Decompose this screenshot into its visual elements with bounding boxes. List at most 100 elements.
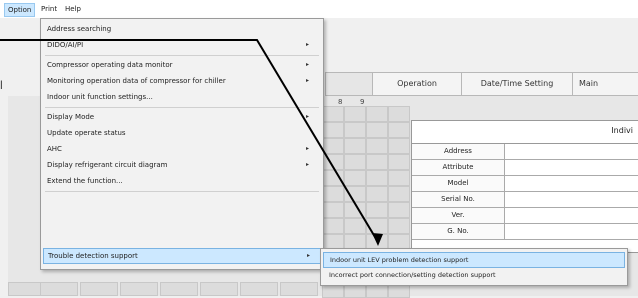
field-value	[505, 192, 638, 208]
individual-panel-header: Indivi	[411, 120, 638, 144]
menu-item-display-mode[interactable]: Display Mode ▸	[43, 110, 321, 124]
field-value	[505, 224, 638, 240]
grid-cell[interactable]	[160, 282, 198, 296]
submenu-arrow-icon: ▸	[305, 161, 309, 168]
grid-cell[interactable]	[322, 202, 344, 218]
menu-item-label: Indoor unit function settings...	[47, 93, 153, 101]
menu-item-trouble-detection[interactable]: Trouble detection support ▸	[43, 248, 323, 264]
submenu-item-lev-detection[interactable]: Indoor unit LEV problem detection suppor…	[323, 252, 625, 268]
grid-cell[interactable]	[322, 106, 344, 122]
grid-cell[interactable]	[366, 186, 388, 202]
menu-separator	[45, 107, 319, 108]
tab-operation[interactable]: Operation	[372, 72, 462, 96]
grid-cell[interactable]	[322, 154, 344, 170]
submenu-item-port-detection[interactable]: Incorrect port connection/setting detect…	[323, 268, 623, 282]
individual-info-table: Address Attribute Model Serial No. Ver. …	[411, 143, 638, 253]
submenu-arrow-icon: ▸	[305, 41, 309, 48]
tab-date-time-setting[interactable]: Date/Time Setting	[461, 72, 573, 96]
grid-cell[interactable]	[322, 218, 344, 234]
menu-item-indoor-function[interactable]: Indoor unit function settings...	[43, 90, 321, 104]
trouble-detection-submenu: Indoor unit LEV problem detection suppor…	[320, 248, 628, 286]
menu-item-label: Address searching	[47, 25, 112, 33]
menu-separator	[45, 55, 319, 56]
menu-item-label: Trouble detection support	[48, 252, 138, 260]
grid-cell[interactable]	[366, 218, 388, 234]
menu-item-address-searching[interactable]: Address searching	[43, 22, 321, 36]
grid-cell[interactable]	[322, 138, 344, 154]
grid-cell[interactable]	[366, 138, 388, 154]
submenu-item-label: Incorrect port connection/setting detect…	[329, 271, 496, 279]
menu-help[interactable]: Help	[62, 3, 84, 15]
grid-cell[interactable]	[388, 202, 410, 218]
field-value	[505, 208, 638, 224]
column-number: 9	[360, 98, 365, 106]
grid-cell[interactable]	[322, 122, 344, 138]
grid-cell[interactable]	[366, 202, 388, 218]
menu-item-chiller-monitor[interactable]: Monitoring operation data of compressor …	[43, 74, 321, 88]
grid-cell[interactable]	[80, 282, 118, 296]
field-value	[505, 160, 638, 176]
grid-cell[interactable]	[388, 218, 410, 234]
grid-cell[interactable]	[388, 122, 410, 138]
grid-cell[interactable]	[366, 170, 388, 186]
menu-item-label: Extend the function...	[47, 177, 123, 185]
menu-item-extend-function[interactable]: Extend the function...	[43, 174, 321, 188]
menu-item-update-status[interactable]: Update operate status	[43, 126, 321, 140]
menu-item-label: Monitoring operation data of compressor …	[47, 77, 226, 85]
submenu-arrow-icon: ▸	[305, 145, 309, 152]
grid-cell[interactable]	[388, 138, 410, 154]
field-label-address: Address	[412, 144, 505, 160]
grid-cell[interactable]	[240, 282, 278, 296]
option-menu: Address searching DIDO/AI/PI ▸ Compressor…	[40, 18, 324, 270]
grid-cell[interactable]	[280, 282, 318, 296]
column-number: 8	[338, 98, 343, 106]
grid-cell[interactable]	[344, 186, 366, 202]
grid-cell[interactable]	[366, 154, 388, 170]
submenu-arrow-icon: ▸	[305, 113, 309, 120]
grid-cell[interactable]	[344, 122, 366, 138]
menu-item-label: DIDO/AI/PI	[47, 41, 84, 49]
menu-item-compressor-monitor[interactable]: Compressor operating data monitor ▸	[43, 58, 321, 72]
menu-bar: Option Print Help	[0, 0, 638, 19]
menu-item-label: Display Mode	[47, 113, 95, 121]
submenu-item-label: Indoor unit LEV problem detection suppor…	[330, 256, 469, 264]
menu-item-ahc[interactable]: AHC ▸	[43, 142, 321, 156]
grid-cell[interactable]	[388, 186, 410, 202]
menu-option[interactable]: Option	[4, 3, 36, 17]
field-value	[505, 176, 638, 192]
menu-separator	[45, 191, 319, 192]
submenu-arrow-icon: ▸	[306, 252, 310, 259]
grid-cell[interactable]	[388, 154, 410, 170]
grid-cell[interactable]	[388, 106, 410, 122]
tab-strip: Operation Date/Time Setting Main	[325, 72, 638, 96]
grid-cell[interactable]	[366, 122, 388, 138]
grid-cell[interactable]	[120, 282, 158, 296]
field-label-serial: Serial No.	[412, 192, 505, 208]
grid-cell[interactable]	[344, 218, 366, 234]
grid-cell[interactable]	[200, 282, 238, 296]
menu-item-label: Display refrigerant circuit diagram	[47, 161, 168, 169]
grid-cell[interactable]	[344, 202, 366, 218]
grid-cell[interactable]	[366, 106, 388, 122]
grid-cell[interactable]	[388, 170, 410, 186]
tab-main[interactable]: Main	[572, 72, 638, 96]
panel-title: Indivi	[611, 126, 633, 135]
grid-cell[interactable]	[344, 138, 366, 154]
grid-cell[interactable]	[344, 170, 366, 186]
menu-item-dido[interactable]: DIDO/AI/PI ▸	[43, 38, 321, 52]
field-label-attribute: Attribute	[412, 160, 505, 176]
field-label-gno: G. No.	[412, 224, 505, 240]
grid-cell[interactable]	[322, 170, 344, 186]
grid-cell[interactable]	[322, 186, 344, 202]
submenu-arrow-icon: ▸	[305, 61, 309, 68]
left-gutter-mark: ǀ	[0, 80, 3, 90]
grid-cell[interactable]	[344, 154, 366, 170]
grid-cell[interactable]	[344, 106, 366, 122]
grid-cell[interactable]	[40, 282, 78, 296]
menu-print[interactable]: Print	[38, 3, 60, 15]
menu-item-label: Compressor operating data monitor	[47, 61, 173, 69]
menu-item-refrigerant-diagram[interactable]: Display refrigerant circuit diagram ▸	[43, 158, 321, 172]
menu-item-label: AHC	[47, 145, 62, 153]
tab-blank[interactable]	[325, 72, 373, 96]
field-label-ver: Ver.	[412, 208, 505, 224]
